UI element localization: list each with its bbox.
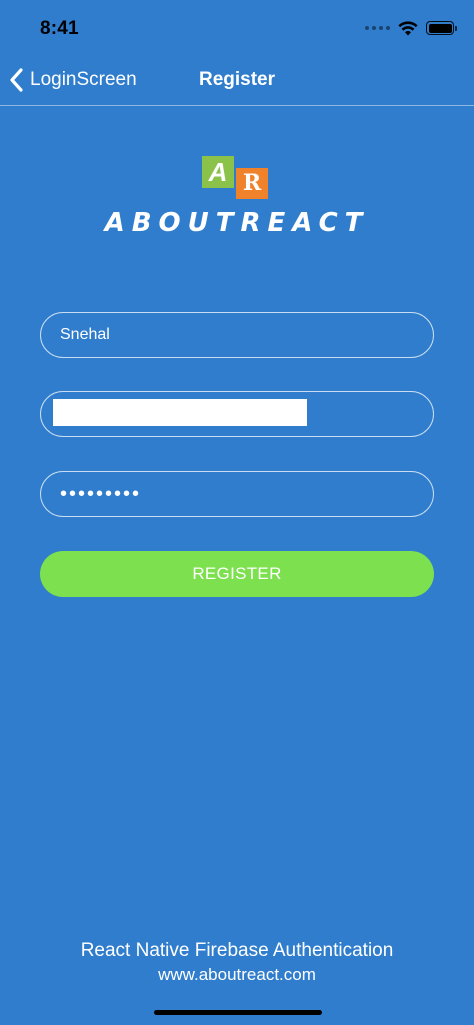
redacted-email-block: [53, 399, 307, 426]
battery-full-icon: [426, 21, 457, 35]
footer-url: www.aboutreact.com: [158, 965, 316, 984]
logo-letter-r: R: [236, 168, 268, 199]
cellular-signal-icon: [365, 26, 390, 30]
aboutreact-logo: A R ABOUTREACT: [0, 156, 474, 240]
footer-title: React Native Firebase Authentication: [80, 940, 394, 961]
status-time: 8:41: [40, 18, 79, 39]
logo-wordmark: ABOUTREACT: [104, 208, 370, 238]
register-button[interactable]: REGISTER: [40, 551, 434, 597]
logo-letter-a: A: [202, 156, 234, 188]
navigation-bar: LoginScreen Register: [0, 56, 474, 106]
password-input[interactable]: [40, 471, 434, 517]
home-indicator[interactable]: [154, 1010, 322, 1015]
status-bar: 8:41: [0, 0, 474, 56]
wifi-icon: [398, 21, 418, 36]
name-input[interactable]: [40, 312, 434, 358]
logo-mark: A R: [202, 156, 268, 200]
footer: React Native Firebase Authentication www…: [0, 939, 474, 987]
status-indicators: [365, 18, 457, 38]
page-title: Register: [198, 69, 276, 90]
battery-level: [428, 23, 452, 33]
